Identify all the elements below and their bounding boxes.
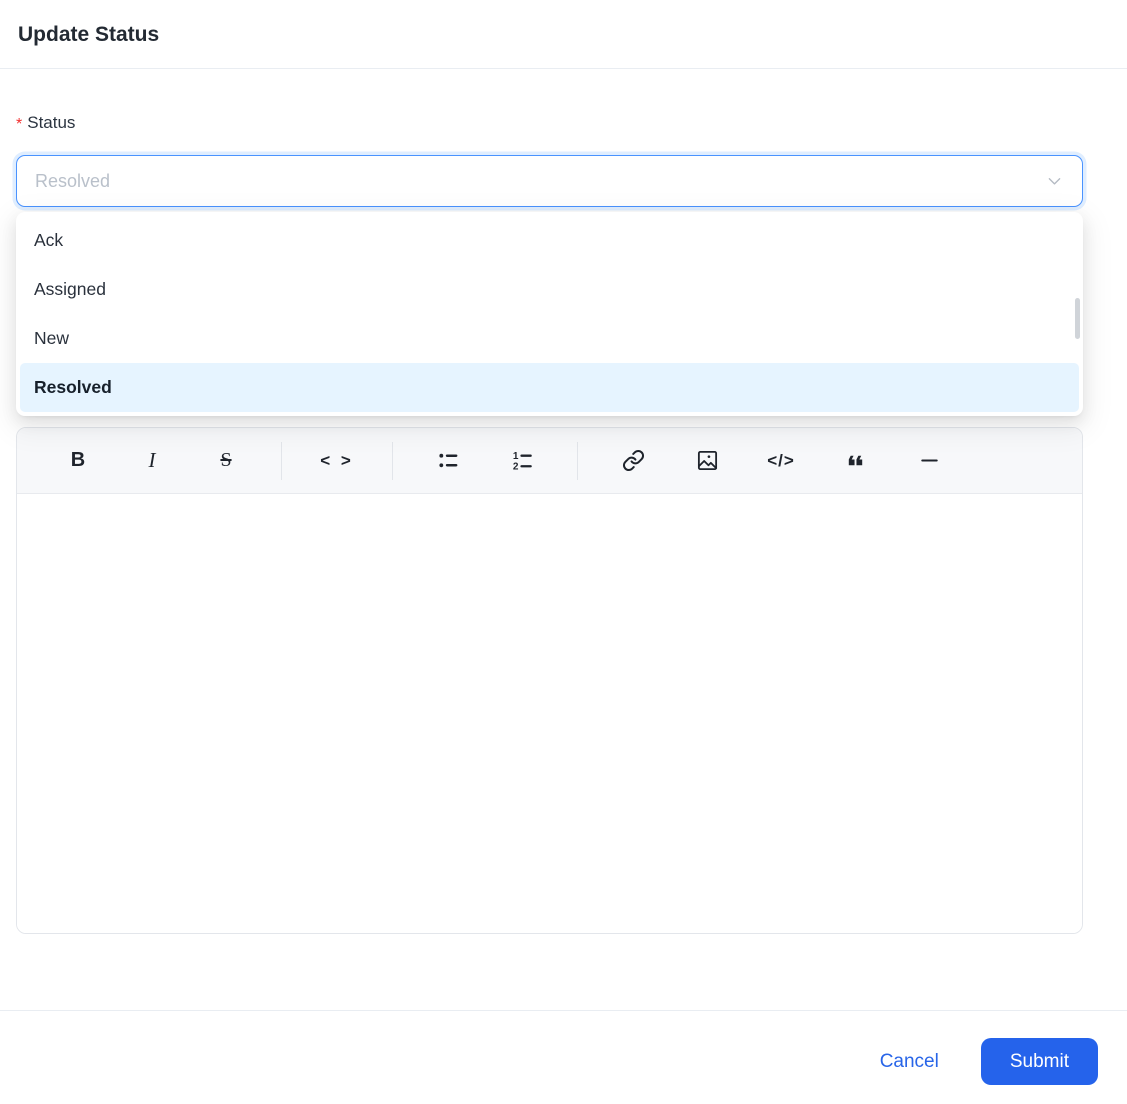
status-dropdown: Ack Assigned New Resolved	[16, 212, 1083, 416]
dropdown-option-resolved[interactable]: Resolved	[20, 363, 1079, 412]
inline-code-button[interactable]: < >	[300, 440, 374, 482]
editor-toolbar: B I S < >	[17, 428, 1082, 494]
ordered-list-button[interactable]: 1 2	[485, 440, 559, 482]
dropdown-option-ack[interactable]: Ack	[20, 216, 1079, 265]
image-icon	[696, 449, 719, 472]
toolbar-divider	[577, 442, 578, 480]
bold-button[interactable]: B	[41, 440, 115, 482]
rich-text-editor: B I S < >	[16, 427, 1083, 934]
svg-text:2: 2	[512, 462, 518, 472]
status-select[interactable]: Resolved	[16, 155, 1083, 207]
required-marker: *	[16, 112, 22, 134]
strikethrough-icon: S	[220, 449, 231, 472]
toolbar-divider	[281, 442, 282, 480]
submit-button[interactable]: Submit	[981, 1038, 1098, 1085]
horizontal-rule-button[interactable]	[892, 440, 966, 482]
link-button[interactable]	[596, 440, 670, 482]
code-block-button[interactable]: </>	[744, 440, 818, 482]
code-block-icon: </>	[767, 451, 795, 471]
status-field-label: * Status	[16, 111, 1083, 135]
image-button[interactable]	[670, 440, 744, 482]
status-label: Status	[27, 113, 75, 133]
page-title: Update Status	[18, 14, 1109, 56]
dropdown-scrollbar-thumb[interactable]	[1075, 298, 1080, 339]
italic-icon: I	[149, 448, 156, 473]
update-status-dialog: Update Status * Status Resolved Ack Assi…	[0, 0, 1127, 1104]
dialog-header: Update Status	[0, 0, 1127, 69]
ordered-list-icon: 1 2	[511, 449, 534, 472]
bullet-list-button[interactable]	[411, 440, 485, 482]
dialog-footer: Cancel Submit	[0, 1010, 1127, 1104]
cancel-button[interactable]: Cancel	[872, 1038, 947, 1085]
link-icon	[622, 449, 645, 472]
bold-icon: B	[71, 449, 85, 472]
italic-button[interactable]: I	[115, 440, 189, 482]
editor-content-area[interactable]	[17, 494, 1082, 933]
dropdown-option-assigned[interactable]: Assigned	[20, 265, 1079, 314]
dropdown-option-new[interactable]: New	[20, 314, 1079, 363]
quote-icon	[844, 449, 867, 472]
inline-code-icon: < >	[320, 451, 354, 471]
svg-text:1: 1	[512, 451, 518, 462]
toolbar-divider	[392, 442, 393, 480]
horizontal-rule-icon	[918, 449, 941, 472]
strikethrough-button[interactable]: S	[189, 440, 263, 482]
dialog-body: * Status Resolved Ack Assigned New Resol…	[0, 69, 1127, 934]
chevron-down-icon	[1045, 172, 1064, 191]
blockquote-button[interactable]	[818, 440, 892, 482]
bullet-list-icon	[437, 449, 460, 472]
status-select-value: Resolved	[35, 171, 1045, 192]
